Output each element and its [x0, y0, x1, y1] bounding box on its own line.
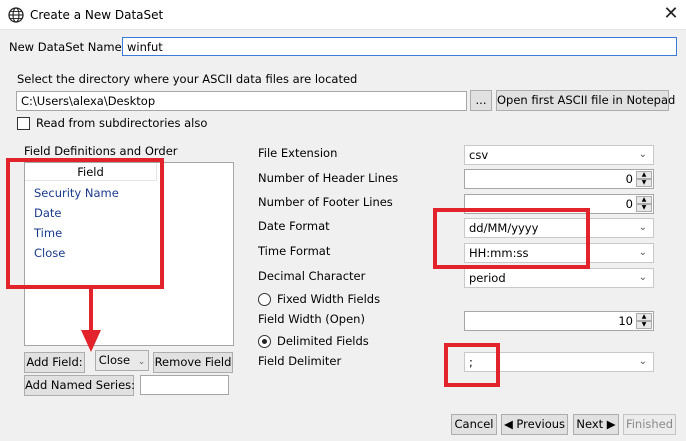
- remove-field-button[interactable]: Remove Field: [153, 352, 233, 373]
- add-field-button[interactable]: Add Field:: [24, 352, 85, 373]
- spin-up-icon[interactable]: ▲: [636, 313, 652, 321]
- date-format-label: Date Format: [258, 219, 330, 233]
- decimal-character-label: Decimal Character: [258, 269, 366, 283]
- previous-button[interactable]: ◀ Previous: [501, 414, 568, 435]
- annotation-arrow-down-icon: [81, 330, 101, 352]
- field-type-select[interactable]: Close ⌄: [95, 350, 149, 371]
- field-type-value: Close: [98, 353, 131, 367]
- time-format-label: Time Format: [258, 244, 331, 258]
- decimal-character-value: period: [469, 271, 506, 285]
- spin-down-icon[interactable]: ▼: [636, 179, 652, 187]
- subdirectories-checkbox[interactable]: [17, 117, 30, 130]
- spin-down-icon[interactable]: ▼: [636, 321, 652, 329]
- field-width-value: 10: [618, 314, 633, 328]
- field-definitions-label: Field Definitions and Order: [24, 144, 178, 158]
- delimited-fields-radio[interactable]: [258, 335, 271, 348]
- title-bar: Create a New DataSet ✕: [0, 0, 686, 30]
- header-lines-value: 0: [625, 172, 633, 186]
- field-width-label: Field Width (Open): [258, 312, 365, 326]
- annotation-date-time-box: [433, 208, 590, 269]
- decimal-character-select[interactable]: period ⌄: [464, 268, 654, 288]
- spin-down-icon[interactable]: ▼: [636, 204, 652, 212]
- close-icon[interactable]: ✕: [659, 3, 683, 27]
- cancel-button[interactable]: Cancel: [451, 414, 497, 435]
- file-extension-value: csv: [469, 148, 489, 162]
- chevron-down-icon: ⌄: [638, 356, 647, 367]
- open-notepad-button[interactable]: Open first ASCII file in Notepad: [496, 90, 675, 111]
- spin-up-icon[interactable]: ▲: [636, 171, 652, 179]
- header-lines-label: Number of Header Lines: [258, 171, 399, 185]
- chevron-down-icon: ⌄: [137, 357, 146, 367]
- annotation-arrow-shaft: [89, 289, 93, 335]
- field-width-stepper[interactable]: 10 ▲ ▼: [464, 311, 654, 331]
- browse-button[interactable]: ...: [470, 90, 492, 111]
- directory-label: Select the directory where your ASCII da…: [17, 72, 358, 86]
- dataset-name-label: New DataSet Name:: [9, 40, 126, 54]
- directory-path-input[interactable]: C:\Users\alexa\Desktop: [16, 91, 467, 111]
- finished-button: Finished: [623, 414, 676, 435]
- footer-lines-label: Number of Footer Lines: [258, 195, 393, 209]
- chevron-down-icon: ⌄: [638, 222, 647, 233]
- file-extension-label: File Extension: [258, 146, 338, 160]
- next-button[interactable]: Next ▶: [573, 414, 619, 435]
- file-extension-select[interactable]: csv ⌄: [464, 145, 654, 165]
- delimited-fields-label: Delimited Fields: [277, 334, 369, 348]
- annotation-delimiter-box: [444, 343, 500, 387]
- named-series-input[interactable]: [140, 375, 229, 395]
- dataset-name-input[interactable]: winfut: [122, 37, 677, 56]
- spin-up-icon[interactable]: ▲: [636, 196, 652, 204]
- fixed-width-label: Fixed Width Fields: [277, 292, 381, 306]
- footer-lines-value: 0: [625, 197, 633, 211]
- add-named-series-button[interactable]: Add Named Series:: [24, 375, 135, 396]
- chevron-down-icon: ⌄: [638, 247, 647, 258]
- globe-icon: [8, 7, 24, 23]
- header-lines-stepper[interactable]: 0 ▲ ▼: [464, 169, 654, 189]
- window-title: Create a New DataSet: [30, 8, 164, 22]
- chevron-down-icon: ⌄: [638, 149, 647, 160]
- chevron-down-icon: ⌄: [638, 272, 647, 283]
- subdirectories-label: Read from subdirectories also: [36, 116, 208, 130]
- field-delimiter-label: Field Delimiter: [258, 354, 342, 368]
- fixed-width-radio[interactable]: [258, 293, 271, 306]
- annotation-field-list-box: [6, 158, 164, 289]
